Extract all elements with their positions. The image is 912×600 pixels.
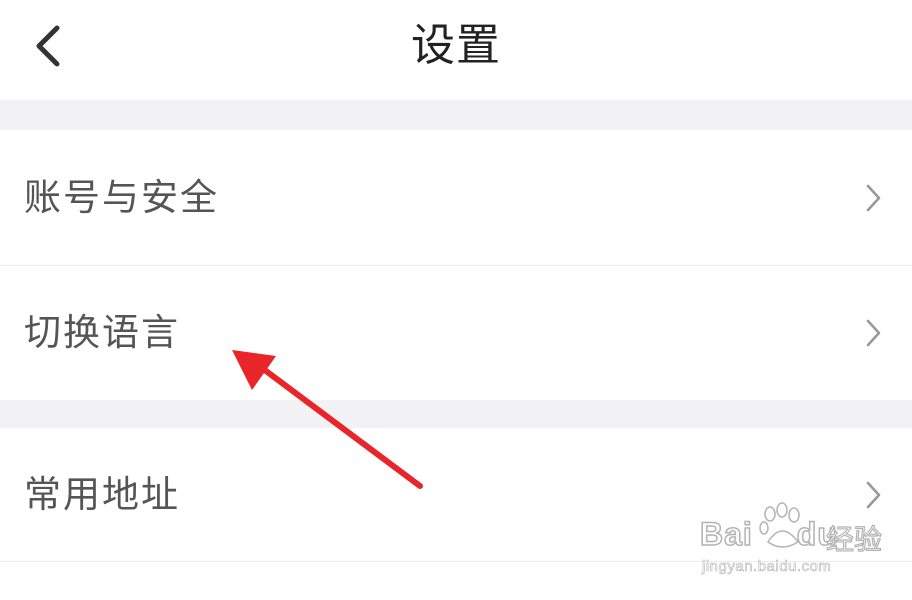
- settings-item-common-address[interactable]: 常用地址: [0, 428, 912, 562]
- header-bar: 设置: [0, 0, 912, 100]
- settings-item-label: 常用地址: [24, 473, 180, 516]
- settings-item-label: 账号与安全: [24, 176, 219, 219]
- settings-item-switch-language[interactable]: 切换语言: [0, 266, 912, 400]
- settings-item-label: 切换语言: [24, 311, 180, 354]
- chevron-right-icon: [866, 481, 881, 509]
- settings-screen: 设置 账号与安全 切换语言 常用地址 Bai du 经验 jingyan.bai…: [0, 0, 912, 600]
- chevron-right-icon: [866, 184, 881, 212]
- bottom-area: [0, 562, 912, 600]
- settings-item-account-security[interactable]: 账号与安全: [0, 131, 912, 265]
- section-gap: [0, 400, 912, 428]
- chevron-right-icon: [866, 319, 881, 347]
- section-gap: [0, 100, 912, 130]
- page-title: 设置: [411, 20, 501, 71]
